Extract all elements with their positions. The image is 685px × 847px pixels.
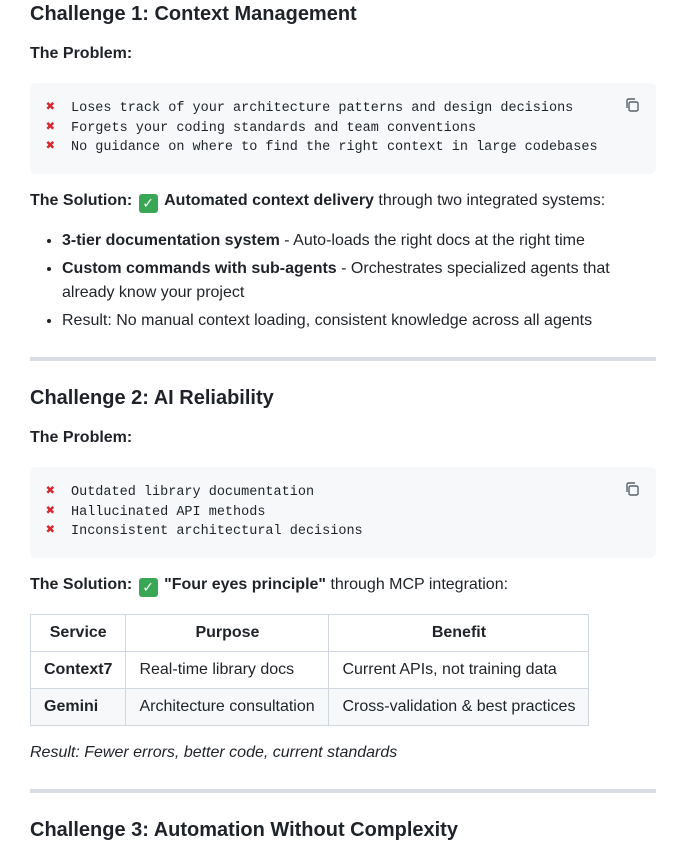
table-header-row: Service Purpose Benefit <box>29 614 590 652</box>
list-item: Result: No manual context loading, consi… <box>62 309 656 333</box>
challenge2-code-block: ✖ Outdated library documentation ✖ Halluci… <box>30 467 656 558</box>
list-item: Custom commands with sub-agents - Orches… <box>62 257 656 305</box>
challenge2-problem-label: The Problem: <box>30 429 133 446</box>
table-cell: Context7 <box>29 651 127 689</box>
challenge1-heading: Challenge 1: Context Management <box>30 3 357 25</box>
cross-mark-icon: ✖ <box>46 522 56 539</box>
challenge2-heading: Challenge 2: AI Reliability <box>30 387 274 409</box>
check-mark-icon: ✓ <box>138 194 158 213</box>
table-header: Service <box>29 614 127 652</box>
challenge1-bullet-list: 3-tier documentation system - Auto-loads… <box>30 229 656 337</box>
cross-mark-icon: ✖ <box>46 483 56 500</box>
cross-mark-icon: ✖ <box>46 138 56 155</box>
table-header: Purpose <box>125 614 330 652</box>
copy-icon[interactable] <box>624 481 640 497</box>
cross-mark-icon: ✖ <box>46 118 56 136</box>
problem-line: ✖ No guidance on where to find the right … <box>46 138 598 155</box>
table-header: Benefit <box>328 614 590 652</box>
table-row: Context7 Real-time library docs Current … <box>29 651 590 689</box>
cross-mark-icon: ✖ <box>46 99 56 116</box>
cross-mark-icon: ✖ <box>46 502 56 520</box>
problem-line: ✖ Inconsistent architectural decisions <box>46 522 363 539</box>
check-mark-icon: ✓ <box>138 578 158 597</box>
problem-line: ✖ Loses track of your architecture patter… <box>46 99 574 116</box>
challenge1-solution: The Solution: ✓ Automated context delive… <box>30 192 606 213</box>
problem-line: ✖ Outdated library documentation <box>46 483 315 500</box>
copy-icon[interactable] <box>624 97 640 113</box>
table-cell: Real-time library docs <box>125 651 330 689</box>
problem-line: ✖ Hallucinated API methods <box>46 502 266 520</box>
section-divider <box>30 789 656 793</box>
table-cell: Gemini <box>29 688 127 726</box>
section-divider <box>30 357 656 361</box>
list-item: 3-tier documentation system - Auto-loads… <box>62 229 656 253</box>
challenge1-code-block: ✖ Loses track of your architecture patter… <box>30 83 656 174</box>
table-cell: Current APIs, not training data <box>328 651 590 689</box>
table-row: Gemini Architecture consultation Cross-v… <box>29 688 590 726</box>
problem-line: ✖ Forgets your coding standards and team … <box>46 118 477 136</box>
challenge1-problem-label: The Problem: <box>30 45 133 62</box>
challenge3-heading: Challenge 3: Automation Without Complexi… <box>30 819 458 841</box>
challenge2-result: Result: Fewer errors, better code, curre… <box>30 744 398 761</box>
services-table: Service Purpose Benefit Context7 Real-ti… <box>29 614 590 726</box>
table-cell: Architecture consultation <box>125 688 330 726</box>
challenge2-solution: The Solution: ✓ "Four eyes principle" th… <box>30 576 509 597</box>
table-cell: Cross-validation & best practices <box>328 688 590 726</box>
